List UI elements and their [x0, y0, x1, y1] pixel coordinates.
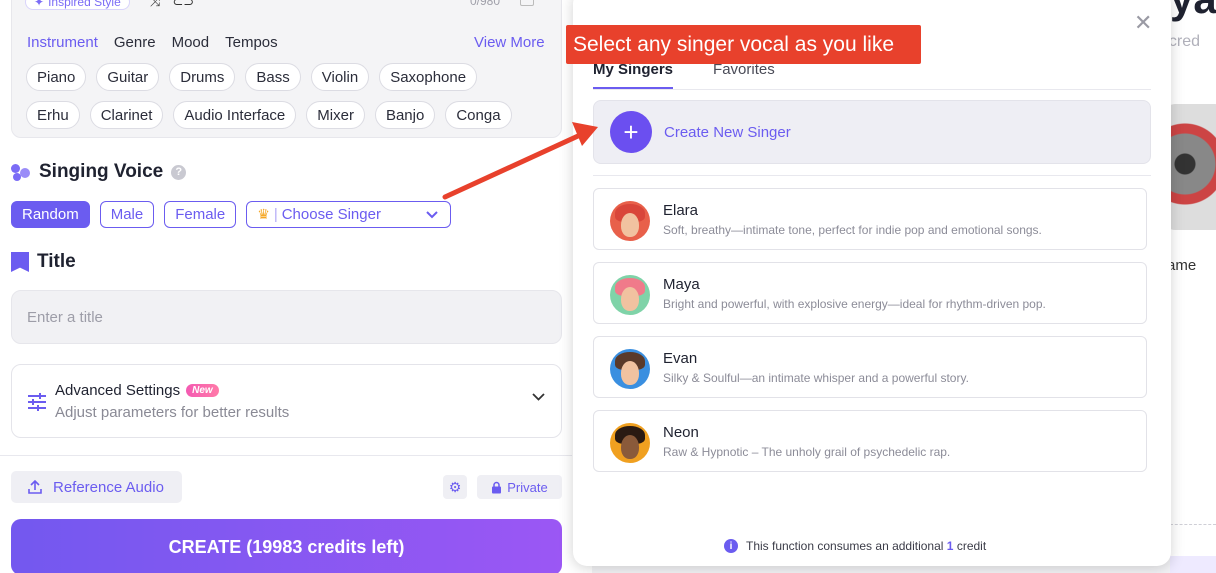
- bookmark-icon: [11, 252, 29, 272]
- title-input[interactable]: [11, 290, 562, 344]
- chevron-down-icon[interactable]: [532, 393, 545, 401]
- advanced-settings-subtitle: Adjust parameters for better results: [55, 404, 290, 421]
- singer-name: Neon: [663, 424, 699, 441]
- advanced-settings-title: Advanced Settings: [55, 382, 181, 399]
- title-heading: Title: [11, 251, 76, 273]
- chip-conga[interactable]: Conga: [445, 101, 512, 129]
- create-new-singer-button[interactable]: + Create New Singer: [593, 100, 1151, 164]
- tabs-divider: [593, 89, 1151, 90]
- chip-saxophone[interactable]: Saxophone: [379, 63, 478, 91]
- shuffle-icon[interactable]: ⤨: [150, 0, 160, 10]
- trash-icon[interactable]: [520, 0, 534, 6]
- choose-singer-dropdown[interactable]: ♛ | Choose Singer: [246, 201, 452, 228]
- singer-name: Elara: [663, 202, 699, 219]
- plus-icon: +: [610, 111, 652, 153]
- sparkle-icon: ✦: [34, 0, 45, 9]
- create-panel: ✦ Inspired Style ⤨ ⊂⊃ 0/980 Instrument G…: [0, 0, 572, 573]
- title-label: Title: [37, 251, 76, 272]
- reference-audio-label: Reference Audio: [53, 478, 164, 496]
- credit-notice: i This function consumes an additional 1…: [724, 539, 986, 553]
- inspired-style-tag[interactable]: ✦ Inspired Style: [25, 0, 130, 10]
- credit-amount: 1: [946, 539, 954, 553]
- tab-genre[interactable]: Genre: [114, 34, 156, 51]
- singer-tabs: My Singers Favorites: [593, 61, 775, 89]
- voice-icon: [11, 162, 31, 182]
- upload-icon: [28, 479, 42, 494]
- credit-unit: credit: [956, 539, 987, 553]
- choose-singer-label: Choose Singer: [281, 206, 381, 223]
- random-voice-button[interactable]: Random: [11, 201, 90, 228]
- background-heading: ya: [1170, 0, 1216, 23]
- singer-name: Evan: [663, 350, 698, 367]
- new-badge: New: [186, 384, 219, 397]
- avatar: [610, 349, 650, 389]
- avatar: [610, 201, 650, 241]
- singer-description: Soft, breathy—intimate tone, perfect for…: [663, 223, 1042, 237]
- char-counter: 0/980: [470, 0, 501, 8]
- instrument-chips-row-1: Piano Guitar Drums Bass Violin Saxophone: [26, 63, 478, 91]
- chip-clarinet[interactable]: Clarinet: [89, 101, 164, 129]
- background-bar: [1170, 556, 1216, 573]
- background-name-text: ame: [1167, 257, 1197, 274]
- chip-erhu[interactable]: Erhu: [26, 101, 80, 129]
- tab-tempos[interactable]: Tempos: [225, 34, 278, 51]
- advanced-settings-panel[interactable]: Advanced Settings New Adjust parameters …: [11, 364, 562, 438]
- singer-card-maya[interactable]: Maya Bright and powerful, with explosive…: [593, 262, 1147, 324]
- instrument-chips-row-2: Erhu Clarinet Audio Interface Mixer Banj…: [26, 101, 512, 129]
- advanced-settings-heading: Advanced Settings New: [55, 382, 219, 399]
- tab-my-singers[interactable]: My Singers: [593, 61, 674, 89]
- male-voice-button[interactable]: Male: [99, 201, 155, 228]
- singing-voice-title: Singing Voice: [39, 161, 164, 182]
- lyrics-tools: ⤨ ⊂⊃: [150, 0, 194, 10]
- chip-mixer[interactable]: Mixer: [306, 101, 365, 129]
- tab-mood[interactable]: Mood: [172, 34, 210, 51]
- sliders-icon: [28, 393, 46, 411]
- private-label: Private: [507, 479, 548, 495]
- chip-drums[interactable]: Drums: [169, 63, 236, 91]
- inspired-style-label: Inspired Style: [48, 0, 121, 9]
- chevron-down-icon: [426, 210, 438, 218]
- chip-audio-interface[interactable]: Audio Interface: [173, 101, 297, 129]
- singer-card-evan[interactable]: Evan Silky & Soulful—an intimate whisper…: [593, 336, 1147, 398]
- background-cover-image: [1165, 104, 1216, 230]
- singer-card-elara[interactable]: Elara Soft, breathy—intimate tone, perfe…: [593, 188, 1147, 250]
- singing-voice-heading: Singing Voice ?: [11, 161, 187, 183]
- help-icon[interactable]: ?: [171, 164, 187, 180]
- singer-description: Bright and powerful, with explosive ener…: [663, 297, 1046, 311]
- category-tabs: Instrument Genre Mood Tempos: [27, 34, 278, 51]
- credit-notice-text: This function consumes an additional: [746, 539, 944, 553]
- singer-card-neon[interactable]: Neon Raw & Hypnotic – The unholy grail o…: [593, 410, 1147, 472]
- toggle-icon[interactable]: ⊂⊃: [172, 0, 194, 10]
- voice-options: Random Male Female ♛ | Choose Singer: [11, 201, 452, 228]
- settings-button[interactable]: ⚙: [443, 475, 467, 499]
- singer-description: Silky & Soulful—an intimate whisper and …: [663, 371, 969, 385]
- female-voice-button[interactable]: Female: [164, 201, 237, 228]
- annotation-callout: Select any singer vocal as you like: [566, 25, 921, 64]
- crown-icon: ♛: [257, 206, 270, 222]
- separator: |: [273, 206, 278, 223]
- singer-name: Maya: [663, 276, 700, 293]
- divider: [0, 455, 572, 456]
- list-divider: [593, 175, 1151, 176]
- gear-icon: ⚙: [448, 478, 462, 495]
- background-divider: [1170, 524, 1216, 525]
- lock-icon: [492, 481, 502, 493]
- close-icon[interactable]: ✕: [1134, 12, 1152, 34]
- singer-description: Raw & Hypnotic – The unholy grail of psy…: [663, 445, 951, 459]
- tab-instrument[interactable]: Instrument: [27, 34, 98, 51]
- create-button[interactable]: CREATE (19983 credits left): [11, 519, 562, 573]
- view-more-link[interactable]: View More: [474, 34, 545, 51]
- chip-bass[interactable]: Bass: [245, 63, 301, 91]
- chip-banjo[interactable]: Banjo: [374, 101, 436, 129]
- chip-violin[interactable]: Violin: [310, 63, 370, 91]
- private-toggle[interactable]: Private: [477, 475, 562, 499]
- info-icon: i: [724, 539, 738, 553]
- avatar: [610, 275, 650, 315]
- chip-piano[interactable]: Piano: [26, 63, 87, 91]
- avatar: [610, 423, 650, 463]
- reference-audio-button[interactable]: Reference Audio: [11, 471, 182, 503]
- chip-guitar[interactable]: Guitar: [96, 63, 160, 91]
- tab-favorites[interactable]: Favorites: [713, 61, 775, 89]
- create-new-singer-label: Create New Singer: [664, 123, 791, 141]
